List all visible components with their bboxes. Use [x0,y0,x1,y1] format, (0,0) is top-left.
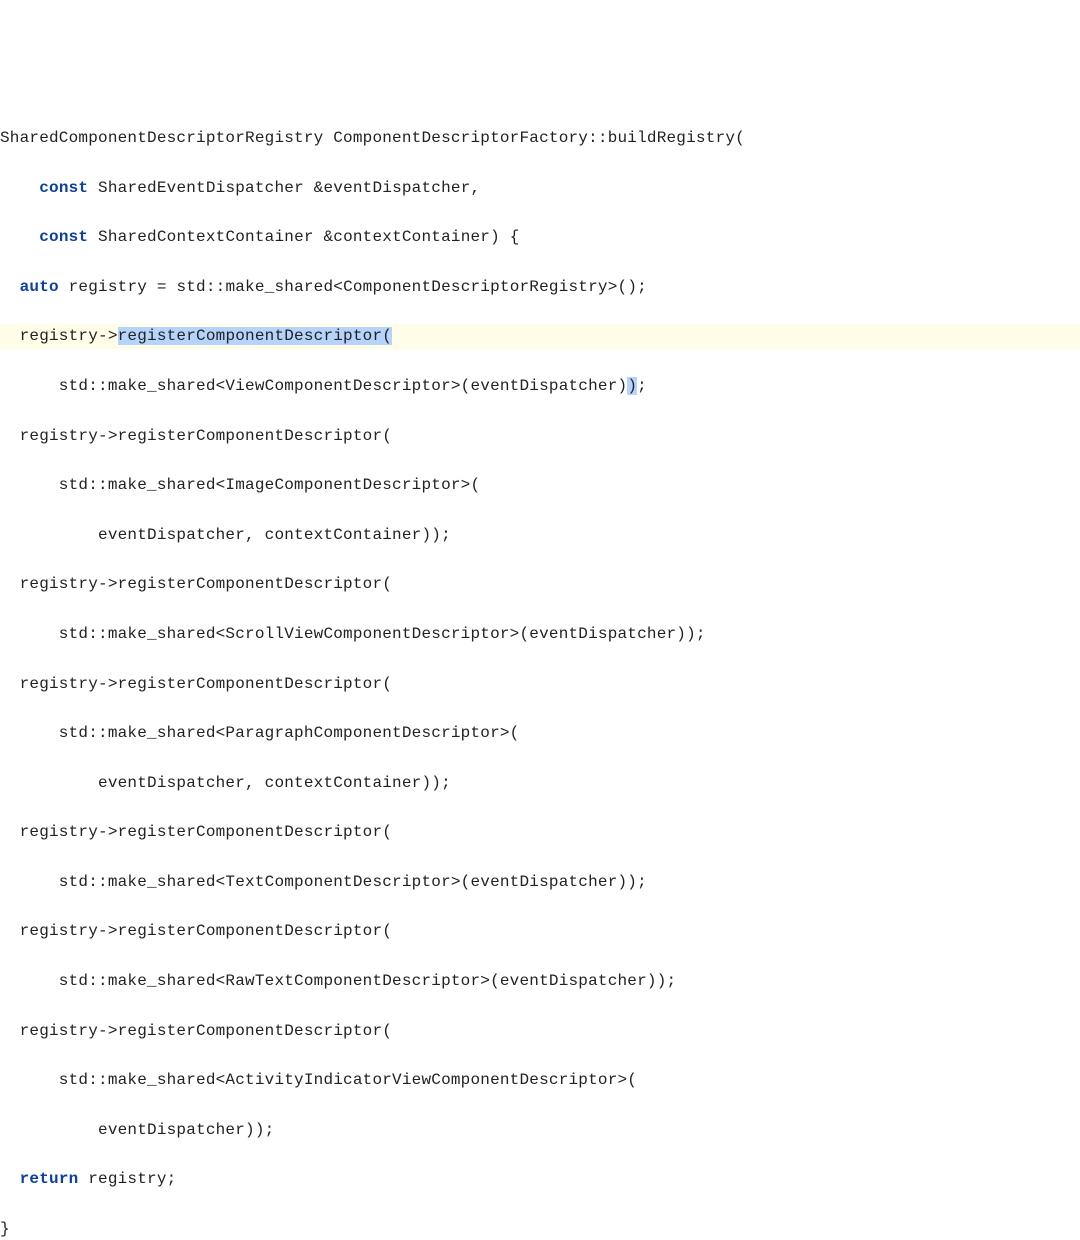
text-selection: ) [627,377,637,395]
code-text: registry->registerComponentDescriptor( [0,823,392,841]
code-line: registry->registerComponentDescriptor( [0,672,1080,697]
code-line: registry->registerComponentDescriptor( [0,572,1080,597]
code-line: std::make_shared<TextComponentDescriptor… [0,870,1080,895]
indent [0,228,39,246]
code-text: std::make_shared<ParagraphComponentDescr… [0,724,519,742]
code-text: std::make_shared<ImageComponentDescripto… [0,476,480,494]
code-text: std::make_shared<ActivityIndicatorViewCo… [0,1071,637,1089]
code-text: registry->registerComponentDescriptor( [0,427,392,445]
code-text: registry->registerComponentDescriptor( [0,575,392,593]
keyword-const: const [39,228,88,246]
code-text: ; [637,377,647,395]
code-line-highlighted: registry->registerComponentDescriptor( [0,324,1080,349]
code-text: SharedContextContainer &contextContainer… [88,228,519,246]
code-line: eventDispatcher)); [0,1118,1080,1143]
code-line: const SharedContextContainer &contextCon… [0,225,1080,250]
code-text: SharedEventDispatcher &eventDispatcher, [88,179,480,197]
code-text: eventDispatcher)); [0,1121,274,1139]
code-line: const SharedEventDispatcher &eventDispat… [0,176,1080,201]
code-text: registry-> [0,327,118,345]
code-text: registry->registerComponentDescriptor( [0,1022,392,1040]
code-line: return registry; [0,1167,1080,1192]
code-line: eventDispatcher, contextContainer)); [0,771,1080,796]
code-text: std::make_shared<RawTextComponentDescrip… [0,972,676,990]
code-text: eventDispatcher, contextContainer)); [0,774,451,792]
code-text: SharedComponentDescriptorRegistry Compon… [0,129,745,147]
code-line: } [0,1217,1080,1240]
keyword-return: return [20,1170,79,1188]
code-block[interactable]: SharedComponentDescriptorRegistry Compon… [0,101,1080,1240]
code-line: registry->registerComponentDescriptor( [0,820,1080,845]
code-text: } [0,1220,10,1238]
code-line: std::make_shared<ImageComponentDescripto… [0,473,1080,498]
indent [0,179,39,197]
code-text: std::make_shared<TextComponentDescriptor… [0,873,647,891]
code-line: std::make_shared<ParagraphComponentDescr… [0,721,1080,746]
code-line: registry->registerComponentDescriptor( [0,919,1080,944]
code-line: registry->registerComponentDescriptor( [0,1019,1080,1044]
code-text: registry->registerComponentDescriptor( [0,675,392,693]
code-text: registry; [78,1170,176,1188]
keyword-auto: auto [20,278,59,296]
code-line: std::make_shared<ScrollViewComponentDesc… [0,622,1080,647]
code-line: std::make_shared<ActivityIndicatorViewCo… [0,1068,1080,1093]
text-selection: registerComponentDescriptor( [118,327,392,345]
code-text: registry = std::make_shared<ComponentDes… [59,278,647,296]
code-line: auto registry = std::make_shared<Compone… [0,275,1080,300]
code-line: std::make_shared<ViewComponentDescriptor… [0,374,1080,399]
code-text: std::make_shared<ScrollViewComponentDesc… [0,625,706,643]
code-text: std::make_shared<ViewComponentDescriptor… [0,377,627,395]
code-line: std::make_shared<RawTextComponentDescrip… [0,969,1080,994]
code-line: eventDispatcher, contextContainer)); [0,523,1080,548]
code-text: registry->registerComponentDescriptor( [0,922,392,940]
code-line: registry->registerComponentDescriptor( [0,424,1080,449]
keyword-const: const [39,179,88,197]
code-line: SharedComponentDescriptorRegistry Compon… [0,126,1080,151]
code-text: eventDispatcher, contextContainer)); [0,526,451,544]
